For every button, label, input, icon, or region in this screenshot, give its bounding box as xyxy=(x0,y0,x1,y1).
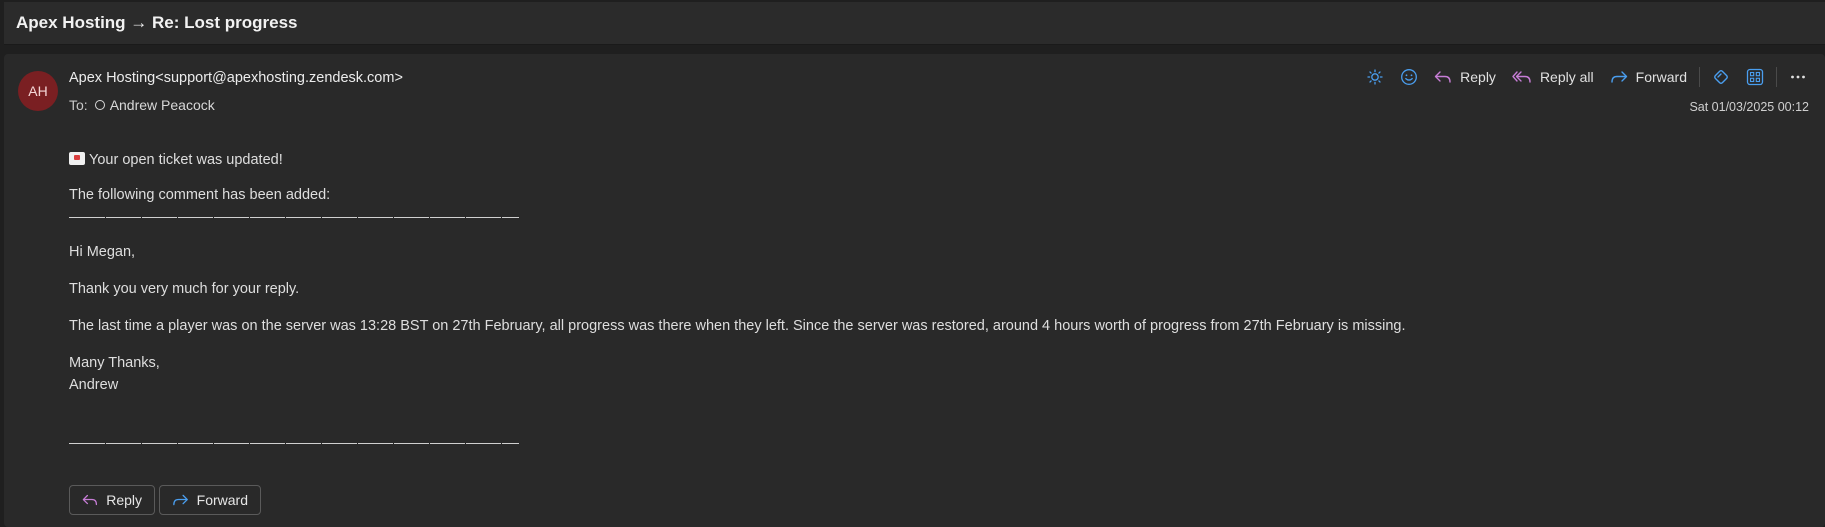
message-toolbar: Reply Reply all Forward xyxy=(1358,64,1815,90)
window-title-bar: Apex Hosting → Re: Lost progress xyxy=(4,2,1825,45)
reply-all-label: Reply all xyxy=(1539,69,1594,85)
reply-button[interactable]: Reply xyxy=(1426,64,1504,90)
loop-component-icon[interactable] xyxy=(1704,64,1738,90)
footer-forward-label: Forward xyxy=(196,492,248,508)
message-card: AH Apex Hosting<support@apexhosting.zend… xyxy=(4,54,1825,527)
paragraph-2: The last time a player was on the server… xyxy=(69,318,1406,334)
forward-button[interactable]: Forward xyxy=(1602,64,1695,90)
apps-icon[interactable] xyxy=(1738,64,1772,90)
footer-reply-label: Reply xyxy=(106,492,142,508)
reply-icon xyxy=(82,494,98,506)
more-options-icon[interactable] xyxy=(1781,64,1815,90)
reply-icon xyxy=(1434,71,1451,83)
recipient-name[interactable]: Andrew Peacock xyxy=(110,97,215,113)
avatar: AH xyxy=(18,71,58,111)
signature: Andrew xyxy=(69,377,119,393)
forward-icon xyxy=(173,494,188,506)
reply-all-button[interactable]: Reply all xyxy=(1504,64,1602,90)
signoff: Many Thanks, xyxy=(69,355,160,371)
presence-icon xyxy=(94,100,105,110)
footer-reply-button[interactable]: Reply xyxy=(69,485,155,515)
ticket-notice: Your open ticket was updated! xyxy=(69,152,283,168)
toolbar-divider xyxy=(1699,67,1700,87)
reply-label: Reply xyxy=(1460,69,1496,85)
message-datetime: Sat 01/03/2025 00:12 xyxy=(1689,100,1809,114)
paragraph-1: Thank you very much for your reply. xyxy=(69,281,300,297)
brightness-icon[interactable] xyxy=(1358,64,1392,90)
to-label: To: xyxy=(69,97,88,113)
window-title: Apex Hosting → Re: Lost progress xyxy=(16,13,298,32)
forward-label: Forward xyxy=(1635,69,1687,85)
ticket-notice-text: Your open ticket was updated! xyxy=(89,152,283,168)
sender[interactable]: Apex Hosting<support@apexhosting.zendesk… xyxy=(69,70,403,86)
separator-rule-bottom xyxy=(69,443,519,449)
footer-forward-button[interactable]: Forward xyxy=(159,485,261,515)
envelope-icon xyxy=(69,152,85,165)
greeting: Hi Megan, xyxy=(69,244,136,260)
comment-intro: The following comment has been added: xyxy=(69,187,331,203)
toolbar-divider xyxy=(1776,67,1777,87)
forward-icon xyxy=(1610,71,1627,83)
emoji-icon[interactable] xyxy=(1392,64,1426,90)
recipient-row: To: Andrew Peacock xyxy=(69,97,215,113)
separator-rule-top xyxy=(69,217,519,223)
reply-all-icon xyxy=(1512,71,1531,83)
